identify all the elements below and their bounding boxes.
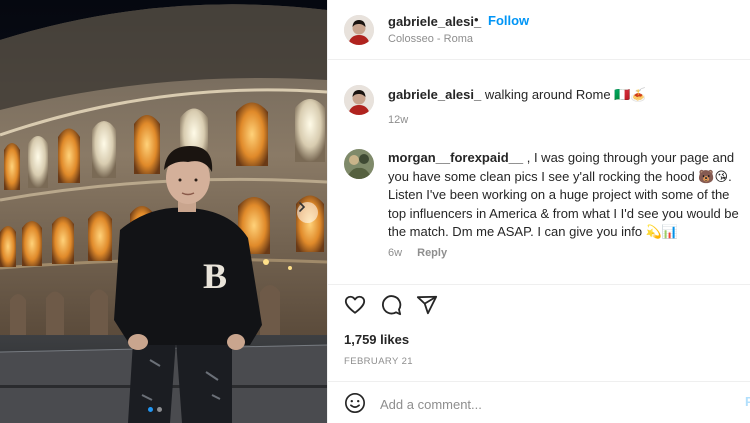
comment-meta: 6w Reply bbox=[388, 247, 447, 259]
comment-timestamp[interactable]: 6w bbox=[388, 247, 402, 259]
avatar-image bbox=[344, 149, 374, 179]
share-button[interactable] bbox=[416, 294, 438, 321]
post-date[interactable]: FEBRUARY 21 bbox=[344, 356, 413, 367]
comment-bubble-icon bbox=[382, 295, 402, 316]
follow-button[interactable]: Follow bbox=[488, 13, 529, 28]
post-comment-button[interactable]: P bbox=[745, 394, 750, 409]
carousel-dot bbox=[157, 407, 162, 412]
colosseum-photo: B bbox=[0, 0, 327, 423]
avatar-image bbox=[344, 85, 374, 115]
carousel-next-button[interactable] bbox=[297, 202, 318, 223]
post-header: gabriele_alesi_ • Follow Colosseo - Roma bbox=[328, 0, 750, 60]
like-button[interactable] bbox=[344, 294, 366, 321]
comment-text-block: morgan__forexpaid__ , I was going throug… bbox=[388, 149, 743, 242]
emoji-smile-icon bbox=[345, 393, 365, 413]
comment-input[interactable] bbox=[380, 393, 680, 415]
likes-count[interactable]: 1,759 likes bbox=[344, 332, 409, 347]
emoji-button[interactable] bbox=[344, 392, 366, 419]
author-username[interactable]: gabriele_alesi_ bbox=[388, 14, 481, 29]
add-comment-bar: P bbox=[328, 381, 750, 423]
post-actions: 1,759 likes FEBRUARY 21 P bbox=[328, 284, 750, 423]
header-separator: • bbox=[474, 12, 479, 27]
commenter-avatar[interactable] bbox=[344, 149, 374, 179]
avatar-image bbox=[344, 15, 374, 45]
chevron-right-icon bbox=[299, 202, 306, 212]
author-avatar[interactable] bbox=[344, 15, 374, 45]
reply-button[interactable]: Reply bbox=[417, 247, 447, 259]
paper-plane-icon bbox=[416, 295, 438, 315]
caption-username[interactable]: gabriele_alesi_ bbox=[388, 87, 481, 102]
post-location[interactable]: Colosseo - Roma bbox=[388, 33, 473, 45]
comment-button[interactable] bbox=[380, 294, 402, 321]
caption-timestamp[interactable]: 12w bbox=[388, 114, 408, 126]
caption-text: walking around Rome 🇮🇹🍝 bbox=[484, 87, 647, 102]
carousel-dot-active bbox=[148, 407, 153, 412]
svg-text:B: B bbox=[203, 256, 227, 296]
carousel-indicator bbox=[148, 407, 162, 412]
post-photo[interactable]: B bbox=[0, 0, 327, 423]
comment-username[interactable]: morgan__forexpaid__ bbox=[388, 150, 523, 165]
heart-outline-icon bbox=[344, 295, 366, 314]
post-details-panel: gabriele_alesi_ • Follow Colosseo - Roma… bbox=[327, 0, 750, 423]
caption-author-avatar[interactable] bbox=[344, 85, 374, 115]
caption-text-block: gabriele_alesi_ walking around Rome 🇮🇹🍝 bbox=[388, 86, 738, 104]
